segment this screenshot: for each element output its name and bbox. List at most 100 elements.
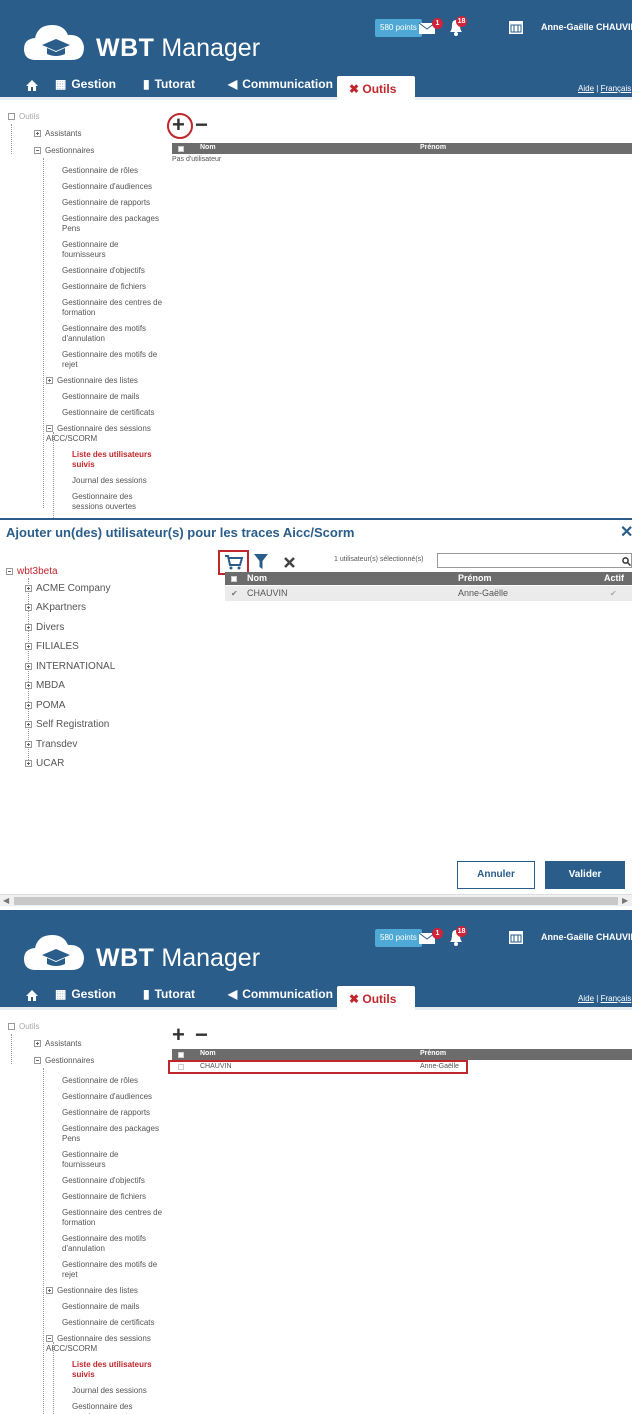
tree-item-listes[interactable]: Gestionnaire des listes xyxy=(46,1286,138,1295)
cart-icon[interactable] xyxy=(224,554,244,571)
tree-item-centres-formation[interactable]: Gestionnaire des centres de formation xyxy=(62,298,170,318)
filter-icon[interactable] xyxy=(254,554,268,570)
tree-item-listes[interactable]: Gestionnaire des listes xyxy=(46,376,138,385)
tree-item-roles[interactable]: Gestionnaire de rôles xyxy=(62,166,138,176)
org-tree-root[interactable]: wbt3beta xyxy=(6,566,58,577)
tree-item-motifs-annulation[interactable]: Gestionnaire des motifs d'annulation xyxy=(62,324,157,344)
table-row[interactable]: ✔ CHAUVIN Anne-Gaëlle ✔ xyxy=(225,586,632,601)
tree-item-fichiers[interactable]: Gestionnaire de fichiers xyxy=(62,282,146,292)
org-item[interactable]: POMA xyxy=(25,700,65,711)
tree-item-motifs-rejet[interactable]: Gestionnaire des motifs de rejet xyxy=(62,1260,170,1280)
org-item[interactable]: Divers xyxy=(25,622,64,633)
nav-communication[interactable]: ◀ Communication xyxy=(228,77,333,91)
tree-item-centres-formation[interactable]: Gestionnaire des centres de formation xyxy=(62,1208,170,1228)
select-all-checkbox[interactable] xyxy=(231,576,237,582)
org-item[interactable]: Self Registration xyxy=(25,719,109,730)
select-all-checkbox[interactable] xyxy=(178,1052,184,1058)
tools-tree: Outils Assistants Gestionnaires Gestionn… xyxy=(8,1022,168,1414)
select-all-checkbox[interactable] xyxy=(178,146,184,152)
tree-item-certificats[interactable]: Gestionnaire de certificats xyxy=(62,1318,155,1328)
tree-item-packages-pens[interactable]: Gestionnaire des packages Pens xyxy=(62,1124,170,1144)
org-item[interactable]: UCAR xyxy=(25,758,64,769)
logo-cloud-icon xyxy=(24,25,84,60)
tree-item-mails[interactable]: Gestionnaire de mails xyxy=(62,392,139,402)
add-user-button[interactable]: + xyxy=(172,114,185,136)
tree-item-motifs-annulation[interactable]: Gestionnaire des motifs d'annulation xyxy=(62,1234,157,1254)
tree-gestionnaires[interactable]: Gestionnaires xyxy=(34,146,94,155)
user-name[interactable]: Anne-Gaëlle CHAUVIN xyxy=(541,22,632,32)
tree-item-fichiers[interactable]: Gestionnaire de fichiers xyxy=(62,1192,146,1202)
scroll-left-icon[interactable]: ◀ xyxy=(3,896,9,905)
scrollbar-thumb[interactable] xyxy=(14,897,618,905)
logo-cloud-icon xyxy=(24,935,84,970)
org-item[interactable]: MBDA xyxy=(25,680,65,691)
tree-assistants[interactable]: Assistants xyxy=(34,1039,81,1048)
org-item[interactable]: INTERNATIONAL xyxy=(25,661,115,672)
tree-item-objectifs[interactable]: Gestionnaire d'objectifs xyxy=(62,266,145,276)
tree-item-sessions-aicc[interactable]: Gestionnaire des sessions AICC/SCORM xyxy=(46,1334,166,1354)
tree-root-outils[interactable]: Outils xyxy=(8,112,39,121)
clear-filter-icon[interactable] xyxy=(284,557,295,568)
nav-gestion[interactable]: ▦ Gestion xyxy=(55,77,116,91)
tree-item-sessions-ouvertes[interactable]: Gestionnaire des sessions ouvertes xyxy=(72,492,162,512)
validate-button[interactable]: Valider xyxy=(545,861,625,889)
tree-item-journal-sessions[interactable]: Journal des sessions xyxy=(72,476,147,486)
org-item[interactable]: Transdev xyxy=(25,739,77,750)
help-links: Aide | Français xyxy=(578,84,632,93)
tree-item-utilisateurs-suivis[interactable]: Liste des utilisateurs suivis xyxy=(72,1360,167,1380)
remove-user-button[interactable]: − xyxy=(195,1024,208,1046)
horizontal-scrollbar[interactable]: ◀ ▶ xyxy=(0,894,632,906)
calendar-icon[interactable] xyxy=(506,16,528,36)
tree-item-utilisateurs-suivis[interactable]: Liste des utilisateurs suivis xyxy=(72,450,167,470)
user-name[interactable]: Anne-Gaëlle CHAUVIN xyxy=(541,932,632,942)
nav-communication[interactable]: ◀ Communication xyxy=(228,987,333,1001)
tree-item-sessions-aicc[interactable]: Gestionnaire des sessions AICC/SCORM xyxy=(46,424,166,444)
expand-icon xyxy=(25,702,32,709)
tree-item-journal-sessions[interactable]: Journal des sessions xyxy=(72,1386,147,1396)
nav-tutorat[interactable]: ▮ Tutorat xyxy=(143,77,195,91)
tree-item-sessions-ouvertes[interactable]: Gestionnaire des sessions ouvertes xyxy=(72,1402,162,1414)
add-user-button[interactable]: + xyxy=(172,1024,185,1046)
search-input[interactable] xyxy=(437,553,632,568)
help-link[interactable]: Aide xyxy=(578,994,594,1003)
language-link[interactable]: Français xyxy=(601,994,632,1003)
table-icon: ▦ xyxy=(55,987,67,1001)
tree-assistants[interactable]: Assistants xyxy=(34,129,81,138)
home-icon[interactable] xyxy=(26,80,38,91)
tree-item-certificats[interactable]: Gestionnaire de certificats xyxy=(62,408,155,418)
tree-item-packages-pens[interactable]: Gestionnaire des packages Pens xyxy=(62,214,170,234)
row-checkbox[interactable] xyxy=(178,1064,184,1070)
row-checkbox[interactable]: ✔ xyxy=(231,589,238,598)
nav-tutorat[interactable]: ▮ Tutorat xyxy=(143,987,195,1001)
search-icon[interactable] xyxy=(622,557,631,566)
help-link[interactable]: Aide xyxy=(578,84,594,93)
nav-outils[interactable]: ✖ Outils xyxy=(337,76,415,100)
language-link[interactable]: Français xyxy=(601,84,632,93)
tools-icon: ✖ xyxy=(349,992,363,1006)
tree-item-audiences[interactable]: Gestionnaire d'audiences xyxy=(62,1092,152,1102)
nav-outils[interactable]: ✖ Outils xyxy=(337,986,415,1010)
org-item[interactable]: AKpartners xyxy=(25,602,86,613)
org-item[interactable]: FILIALES xyxy=(25,641,79,652)
calendar-icon[interactable] xyxy=(506,926,528,946)
tree-item-fournisseurs[interactable]: Gestionnaire de fournisseurs xyxy=(62,240,132,260)
tree-item-fournisseurs[interactable]: Gestionnaire de fournisseurs xyxy=(62,1150,132,1170)
table-row[interactable]: CHAUVIN Anne-Gaëlle xyxy=(172,1063,462,1072)
remove-user-button[interactable]: − xyxy=(195,114,208,136)
tree-gestionnaires[interactable]: Gestionnaires xyxy=(34,1056,94,1065)
close-icon[interactable]: ✕ xyxy=(620,522,632,542)
tree-item-rapports[interactable]: Gestionnaire de rapports xyxy=(62,198,150,208)
tree-item-roles[interactable]: Gestionnaire de rôles xyxy=(62,1076,138,1086)
tree-item-motifs-rejet[interactable]: Gestionnaire des motifs de rejet xyxy=(62,350,170,370)
tree-item-audiences[interactable]: Gestionnaire d'audiences xyxy=(62,182,152,192)
tree-item-rapports[interactable]: Gestionnaire de rapports xyxy=(62,1108,150,1118)
nav-gestion[interactable]: ▦ Gestion xyxy=(55,987,116,1001)
tree-root-outils[interactable]: Outils xyxy=(8,1022,39,1031)
cancel-button[interactable]: Annuler xyxy=(457,861,535,889)
tree-item-objectifs[interactable]: Gestionnaire d'objectifs xyxy=(62,1176,145,1186)
home-icon[interactable] xyxy=(26,990,38,1001)
org-item[interactable]: ACME Company xyxy=(25,583,110,594)
book-icon: ▮ xyxy=(143,77,150,91)
scroll-right-icon[interactable]: ▶ xyxy=(622,896,628,905)
tree-item-mails[interactable]: Gestionnaire de mails xyxy=(62,1302,139,1312)
